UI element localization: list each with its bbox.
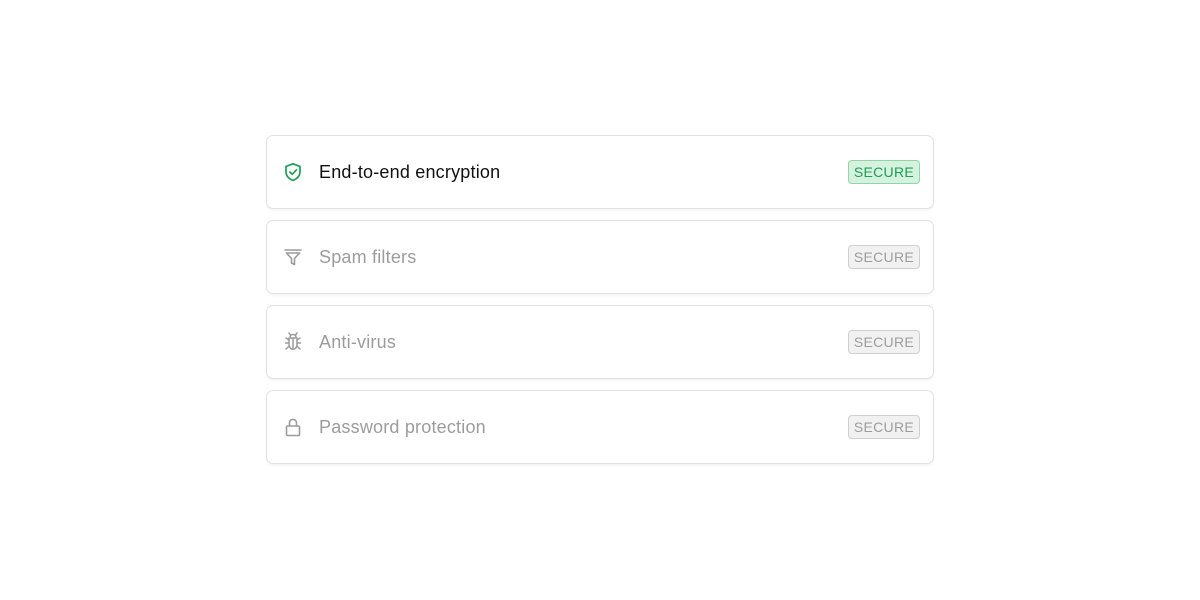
lock-icon <box>282 416 304 438</box>
status-badge: SECURE <box>847 415 920 439</box>
feature-item-encryption[interactable]: End-to-end encryption SECURE <box>266 135 934 209</box>
feature-label: End-to-end encryption <box>319 161 501 182</box>
status-badge: SECURE <box>847 330 920 354</box>
feature-item-password-protection[interactable]: Password protection SECURE <box>266 390 934 464</box>
feature-item-anti-virus[interactable]: Anti-virus SECURE <box>266 305 934 379</box>
feature-label: Password protection <box>319 416 486 437</box>
filter-icon <box>282 246 304 268</box>
shield-check-icon <box>282 161 304 183</box>
feature-label: Anti-virus <box>319 331 397 352</box>
security-feature-list: End-to-end encryption SECURE Spam filter… <box>266 135 934 475</box>
bug-icon <box>282 331 304 353</box>
status-badge: SECURE <box>847 160 920 184</box>
feature-label: Spam filters <box>319 246 417 267</box>
status-badge: SECURE <box>847 245 920 269</box>
feature-item-spam-filters[interactable]: Spam filters SECURE <box>266 220 934 294</box>
